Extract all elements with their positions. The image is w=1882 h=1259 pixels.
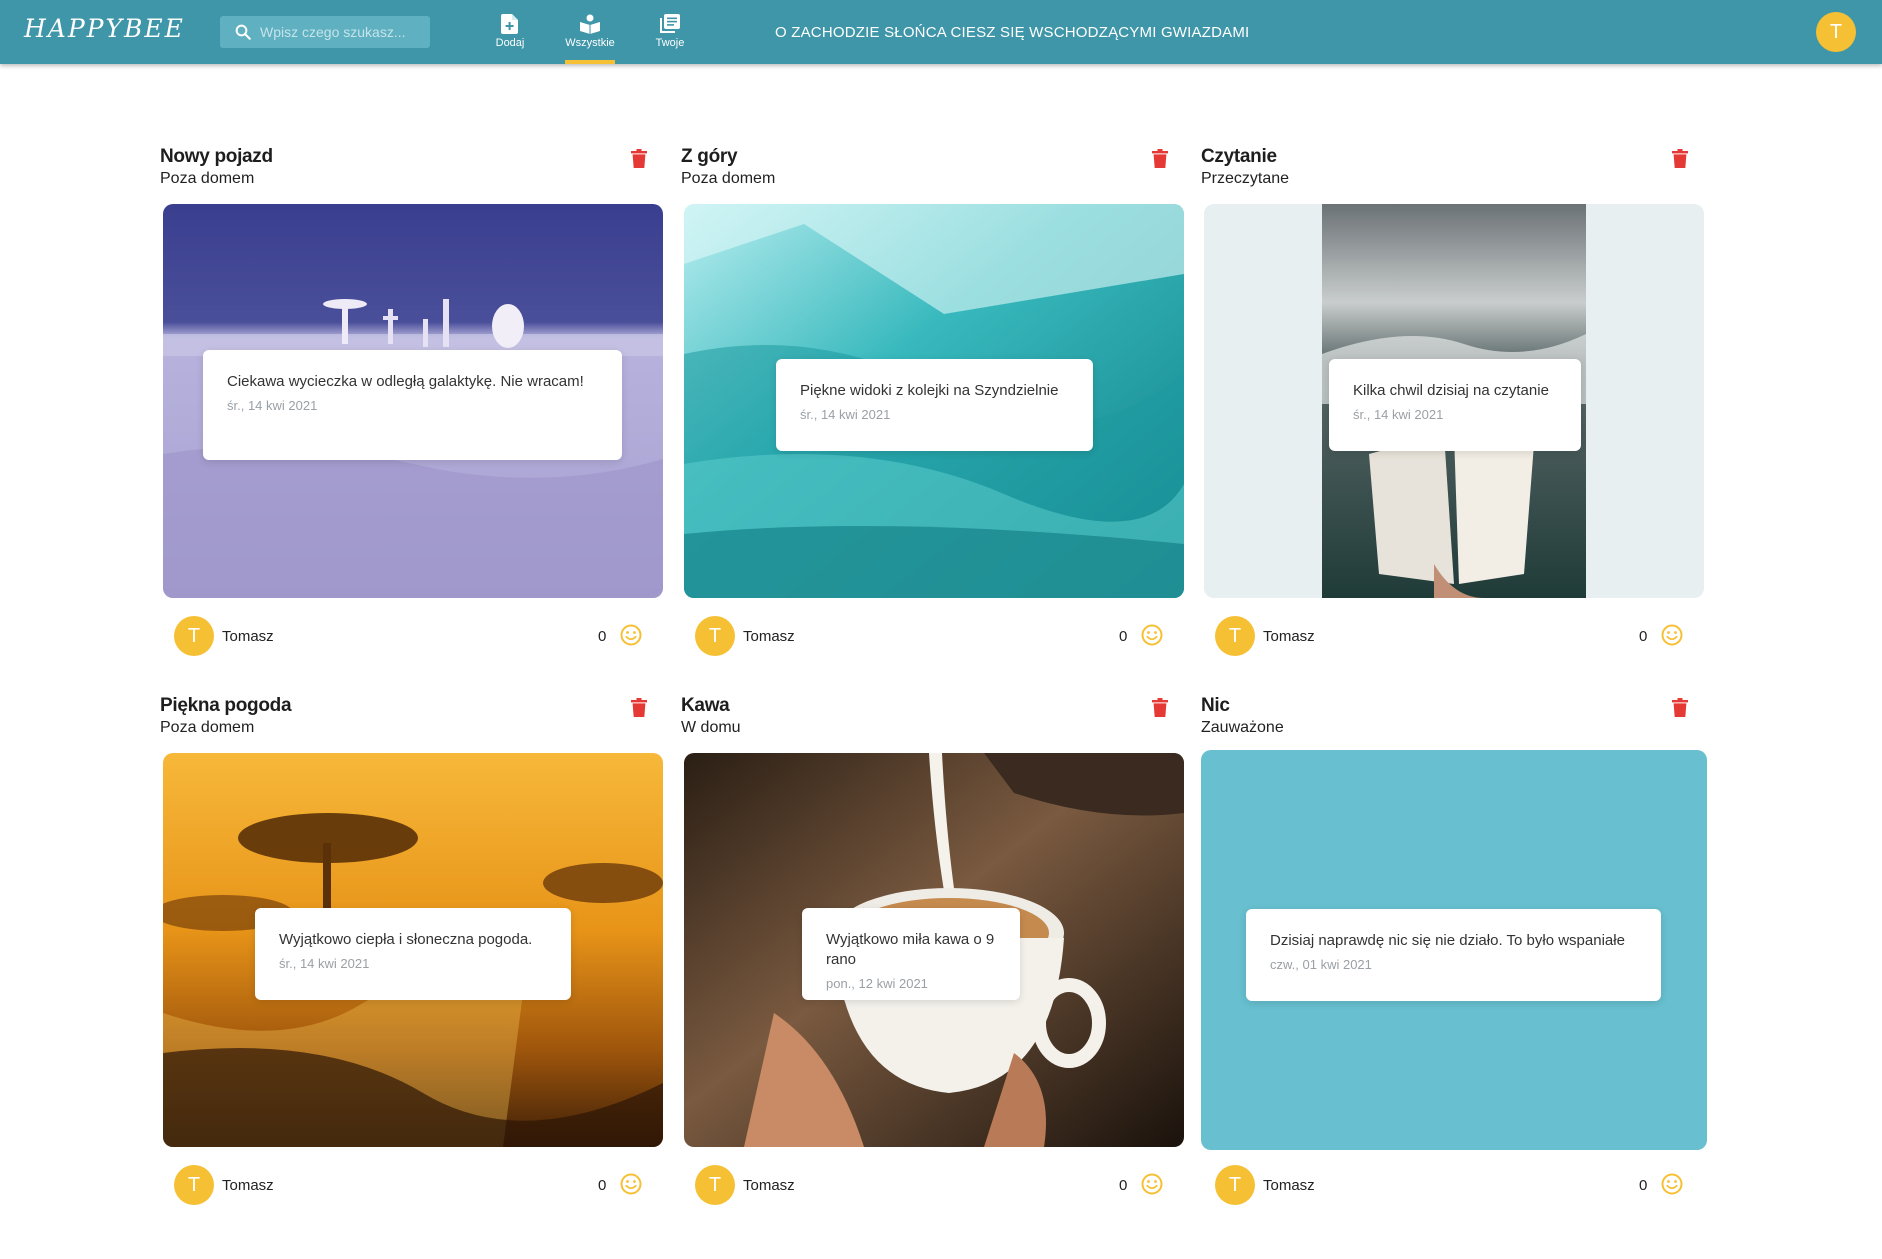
caption-date: śr., 14 kwi 2021 — [800, 407, 891, 422]
delete-trash-icon[interactable] — [1672, 149, 1688, 168]
post-footer: T Tomasz 0 — [1215, 616, 1695, 658]
smile-icon[interactable] — [620, 624, 642, 646]
post-caption: Wyjątkowo miła kawa o 9 rano pon., 12 kw… — [802, 908, 1020, 1000]
like-count: 0 — [598, 628, 607, 645]
post-category: Poza domem — [160, 719, 255, 736]
caption-date: czw., 01 kwi 2021 — [1270, 957, 1372, 972]
caption-text: Wyjątkowo ciepła i słoneczna pogoda. — [279, 931, 533, 948]
search-input[interactable] — [260, 24, 420, 40]
author-name[interactable]: Tomasz — [1263, 628, 1315, 645]
list-icon — [660, 14, 680, 33]
like-count: 0 — [1639, 1177, 1648, 1194]
user-avatar[interactable]: T — [1816, 12, 1856, 52]
author-avatar[interactable]: T — [174, 1165, 214, 1205]
post-footer: T Tomasz 0 — [1215, 1165, 1695, 1207]
delete-trash-icon[interactable] — [1672, 698, 1688, 717]
post-caption: Piękne widoki z kolejki na Szyndzielnie … — [776, 359, 1093, 451]
search-box[interactable] — [220, 16, 430, 48]
nav-add-label: Dodaj — [495, 37, 525, 49]
smile-icon[interactable] — [1141, 624, 1163, 646]
author-avatar[interactable]: T — [695, 1165, 735, 1205]
post-footer: T Tomasz 0 — [695, 616, 1175, 658]
post-caption: Kilka chwil dzisiaj na czytanie śr., 14 … — [1329, 359, 1581, 451]
post-caption: Dzisiaj naprawdę nic się nie działo. To … — [1246, 909, 1661, 1001]
delete-trash-icon[interactable] — [1152, 149, 1168, 168]
caption-text: Kilka chwil dzisiaj na czytanie — [1353, 382, 1549, 399]
caption-date: śr., 14 kwi 2021 — [227, 398, 318, 413]
app-logo[interactable]: HAPPYBEE — [24, 14, 185, 43]
post-category: Przeczytane — [1201, 170, 1290, 187]
post-caption: Ciekawa wycieczka w odległą galaktykę. N… — [203, 350, 622, 460]
delete-trash-icon[interactable] — [631, 698, 647, 717]
like-count: 0 — [1119, 1177, 1128, 1194]
post-category: Poza domem — [160, 170, 255, 187]
open-book-icon — [580, 14, 600, 34]
post-title: Nic — [1201, 695, 1230, 716]
post-category: Poza domem — [681, 170, 776, 187]
author-avatar[interactable]: T — [695, 616, 735, 656]
author-name[interactable]: Tomasz — [743, 628, 795, 645]
post-footer: T Tomasz 0 — [174, 616, 654, 658]
caption-date: śr., 14 kwi 2021 — [1353, 407, 1444, 422]
caption-text: Piękne widoki z kolejki na Szyndzielnie — [800, 382, 1059, 399]
post-title: Piękna pogoda — [160, 695, 292, 716]
motto-text: O ZACHODZIE SŁOŃCA CIESZ SIĘ WSCHODZĄCYM… — [775, 24, 1250, 41]
caption-text: Wyjątkowo miła kawa o 9 rano — [826, 931, 995, 968]
author-avatar[interactable]: T — [1215, 1165, 1255, 1205]
caption-date: pon., 12 kwi 2021 — [826, 976, 928, 991]
add-file-icon — [501, 14, 518, 34]
nav-all-label: Wszystkie — [565, 37, 615, 49]
caption-text: Dzisiaj naprawdę nic się nie działo. To … — [1270, 932, 1625, 949]
smile-icon[interactable] — [1661, 624, 1683, 646]
caption-text: Ciekawa wycieczka w odległą galaktykę. N… — [227, 373, 584, 390]
nav-all[interactable]: Wszystkie — [558, 0, 622, 64]
author-name[interactable]: Tomasz — [222, 1177, 274, 1194]
post-footer: T Tomasz 0 — [174, 1165, 654, 1207]
smile-icon[interactable] — [620, 1173, 642, 1195]
post-category: Zauważone — [1201, 719, 1284, 736]
top-bar: HAPPYBEE Dodaj Wszystkie — [0, 0, 1882, 64]
nav-yours[interactable]: Twoje — [638, 0, 702, 64]
author-name[interactable]: Tomasz — [222, 628, 274, 645]
post-caption: Wyjątkowo ciepła i słoneczna pogoda. śr.… — [255, 908, 571, 1000]
post-footer: T Tomasz 0 — [695, 1165, 1175, 1207]
nav-yours-label: Twoje — [655, 37, 685, 49]
post-category: W domu — [681, 719, 741, 736]
post-title: Nowy pojazd — [160, 146, 273, 167]
post-title: Czytanie — [1201, 146, 1277, 167]
smile-icon[interactable] — [1661, 1173, 1683, 1195]
author-name[interactable]: Tomasz — [1263, 1177, 1315, 1194]
author-name[interactable]: Tomasz — [743, 1177, 795, 1194]
post-title: Kawa — [681, 695, 730, 716]
nav-add[interactable]: Dodaj — [478, 0, 542, 64]
author-avatar[interactable]: T — [174, 616, 214, 656]
author-avatar[interactable]: T — [1215, 616, 1255, 656]
delete-trash-icon[interactable] — [631, 149, 647, 168]
like-count: 0 — [1639, 628, 1648, 645]
caption-date: śr., 14 kwi 2021 — [279, 956, 370, 971]
post-title: Z góry — [681, 146, 738, 167]
like-count: 0 — [1119, 628, 1128, 645]
search-icon — [235, 24, 251, 40]
delete-trash-icon[interactable] — [1152, 698, 1168, 717]
smile-icon[interactable] — [1141, 1173, 1163, 1195]
like-count: 0 — [598, 1177, 607, 1194]
